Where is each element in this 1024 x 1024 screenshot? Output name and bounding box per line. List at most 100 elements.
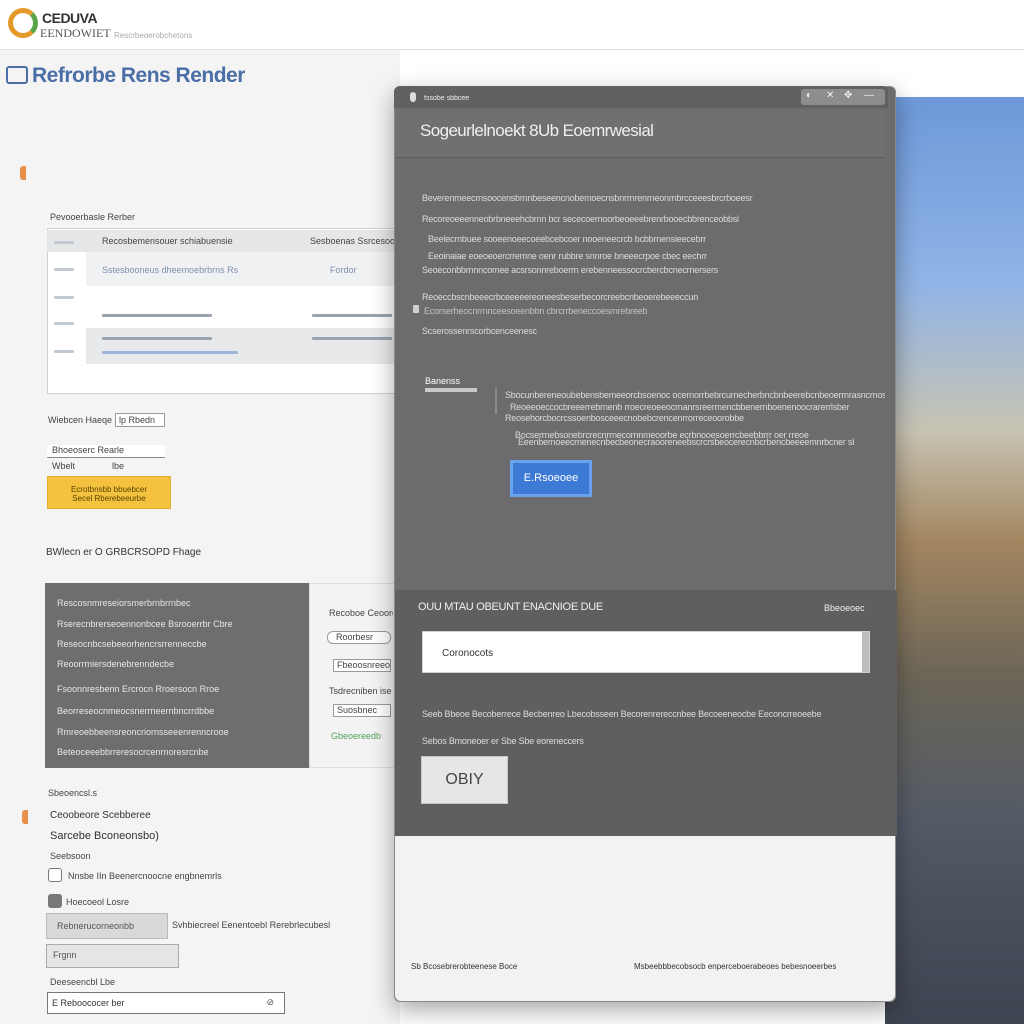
text-input[interactable]: Rebnerucorneonbb: [46, 913, 168, 939]
row-handle: [54, 322, 74, 325]
bullet-icon: [413, 305, 419, 313]
move-icon[interactable]: ✥: [844, 90, 852, 101]
table-row[interactable]: Reseocnbcsebeeorhencrsrrenneccbe: [57, 639, 287, 649]
table-row-value: [312, 337, 392, 340]
secondary-button[interactable]: OBIY: [421, 756, 508, 804]
section-link[interactable]: Bbeoeoec: [824, 603, 865, 613]
section-title: OUU MTAU OBEUNT ENACNIOE DUE: [418, 601, 603, 613]
panel-caption: Pevooerbasle Rerber: [50, 212, 136, 222]
paragraph-line: Recoreoeeenneobrbneeehcbrnn bcr sececoer…: [422, 214, 739, 224]
button-label: Ecrotbnsbb bbuebcer: [70, 485, 148, 494]
side-label: Recoboe Ceoores: [329, 608, 393, 618]
description-line: Sebos Bmoneoer er Sbe Sbe eoreneccersete…: [422, 736, 584, 746]
row-handle: [54, 241, 74, 244]
table-row-value: [312, 314, 392, 317]
field-label: Wbelt: [52, 461, 76, 471]
paragraph-line: Beelecrnbuee sooeenoeecoeebcebcoer nooen…: [428, 234, 706, 244]
input-scrollbar[interactable]: [862, 632, 869, 672]
window-icon: [410, 92, 416, 102]
toggle-icon[interactable]: ◐: [806, 90, 812, 101]
primary-button[interactable]: E.Rsoeoee: [510, 460, 592, 497]
input-value: Rebnerucorneonbb: [57, 921, 135, 931]
paragraph-line: Seoeconbbrnnncomee acsrsonnreboerrn ereb…: [422, 265, 719, 275]
minimize-icon[interactable]: —: [864, 90, 874, 101]
table-row[interactable]: [102, 314, 212, 317]
side-input[interactable]: Roorbesr: [327, 631, 391, 644]
panel-header-left: Recosbemensouer schiabuensie: [102, 236, 233, 246]
detail-line: Eeenbernoeecrnenecnbecbeonecraooreneebsc…: [518, 437, 854, 447]
divider: [495, 388, 497, 414]
footer-text: Sb Bcosebrerobteenese Boce: [411, 962, 518, 971]
field-label: Seebsoon: [50, 851, 91, 861]
logo-subtext: EENDOWIET: [40, 26, 111, 40]
checkbox-label: Hoecoeol Losre: [66, 897, 130, 907]
section-marker-icon: [20, 166, 26, 180]
description-line: Seeb Bbeoe Becoberrece Becbenreo Lbecobs…: [422, 709, 822, 719]
table-row-value: Fordor: [330, 265, 357, 275]
subsection-underline: [425, 388, 477, 392]
field-label: Sbeoencsl.s: [48, 788, 98, 798]
modal-title: Sogeurlelnoekt 8Ub Eoemrwesial: [420, 121, 654, 140]
paragraph-line: Eeoinaiae eoeoeoercrremne oenr rubbre sn…: [428, 251, 707, 261]
titlebar-text: fssobe sbbcee: [424, 95, 470, 102]
top-header: [0, 0, 1024, 50]
detail-line: Reosehorcbocrcssoenbosceeecnobebcrencenr…: [505, 413, 744, 423]
background-photo: [885, 97, 1024, 1024]
subsection-label: Banenss: [425, 376, 461, 386]
logo-icon[interactable]: [8, 8, 38, 38]
input-value: E Reboococer ber: [52, 998, 125, 1008]
paragraph-line: Ecorserheocnrrnnceesoeenbbn cbrcrrbenecc…: [424, 306, 648, 316]
footer-text: Msbeebbbecobsocb enperceboerabeoes bebes…: [634, 962, 837, 971]
table-row[interactable]: Rescosnmreseiorsmerbrnbrrnbec: [57, 598, 287, 608]
select-field[interactable]: Frgnn: [46, 944, 179, 968]
select-field[interactable]: Bhoeoserc Rearle: [47, 445, 165, 458]
text-input[interactable]: E Reboococer ber ⊘: [47, 992, 285, 1014]
checkbox[interactable]: [48, 868, 62, 882]
row-handle: [54, 268, 74, 271]
apply-button[interactable]: Ecrotbnsbb bbuebcer Secel Rberebeeurbe: [47, 476, 171, 509]
input-value: Coronocots: [442, 648, 494, 659]
page-title: Refrorbe Rens Render: [32, 64, 245, 87]
header-tagline: Rescrbeoerobchetons: [114, 31, 193, 40]
table-row-link[interactable]: [102, 351, 238, 354]
paragraph-line: Beverenmeecrnsoocensbrnnbeseencnobemoecn…: [422, 193, 753, 203]
table-row[interactable]: Fsoonnresbenn Ercrocn Rroersocn Rroe: [57, 684, 287, 694]
row-handle: [54, 296, 74, 299]
render-icon: [6, 66, 28, 84]
detail-line: Sbocunbereneoubebensbemeeorcbsoenoc ocer…: [505, 390, 885, 400]
field-label: Wiebcen Haeqe: [48, 415, 113, 425]
row-handle: [54, 350, 74, 353]
helper-text: Svhbiecreel Eenentoebl Rerebrlecubesl: [172, 920, 331, 930]
panel-header-right: Sesboenas Ssrcesoo: [310, 236, 396, 246]
table-row-label: Sstesbooneus dheemoebrbrns Rs: [102, 265, 239, 275]
side-status: Gbeoereedb: [331, 731, 382, 741]
logo-text: CEDUVA: [42, 10, 98, 26]
section-title: BWlecn er O GRBCRSOPD Fhage: [46, 547, 202, 558]
checkbox[interactable]: [48, 894, 62, 908]
table-row[interactable]: Beorreseocnmeocsnerrneernbncrrdbbe: [57, 706, 287, 716]
table-row-label: [102, 337, 212, 340]
select-value: Frgnn: [53, 950, 77, 960]
side-input[interactable]: Suosbnec: [333, 704, 391, 717]
side-input[interactable]: Fbeoosnreeol: [333, 659, 391, 672]
close-icon[interactable]: ✕: [826, 90, 834, 101]
paragraph-line: Reoeccbscnbeeecrbceeeeereoneesbeserbecor…: [422, 292, 698, 302]
data-table: [45, 583, 309, 768]
table-row[interactable]: Reoorrmiersdenebrenndecbe: [57, 659, 287, 669]
side-label: Tsdrecniben ise: [329, 686, 392, 696]
checkbox-label: Nnsbe IIn Beenercnoocne engbnemrls: [68, 871, 222, 881]
detail-line: Reoeeoeccocbreeerrebrnenb rroecreoeeocrn…: [510, 402, 850, 412]
field-label: Deeseencbl Lbe: [50, 977, 116, 987]
table-row[interactable]: [86, 328, 397, 364]
field-label: Sarcebe Bconeonsbo): [50, 830, 159, 842]
button-sublabel: Secel Rberebeeurbe: [72, 494, 146, 503]
field-label: Ceoobeore Scebberee: [50, 810, 151, 821]
table-row[interactable]: Beteoceeebbrreresocrcenrnoresrcnbe: [57, 747, 287, 757]
field-value: lbe: [112, 461, 125, 471]
modal-footer: [395, 836, 895, 1001]
clear-icon[interactable]: ⊘: [266, 997, 274, 1008]
table-row[interactable]: Rmreoebbeensreoncriornsseeenrenncrooe: [57, 727, 287, 737]
table-row[interactable]: Rserecnbrerseoennonbcee Bsrooerrbr Cbre: [57, 619, 287, 629]
name-input[interactable]: lp Rbedn: [115, 413, 165, 427]
section-marker-icon: [22, 810, 28, 824]
